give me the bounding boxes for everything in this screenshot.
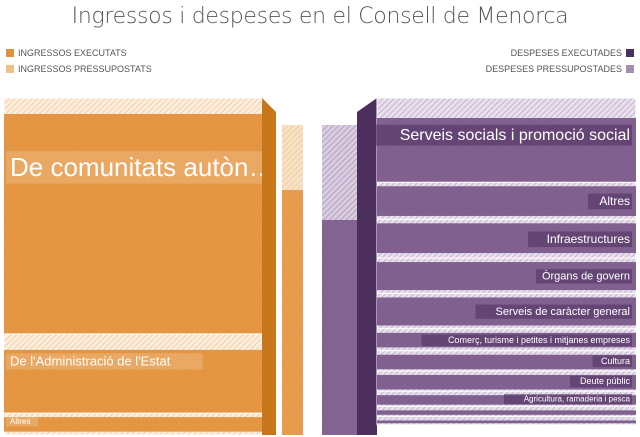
spend-category-label: Altres (599, 194, 630, 208)
spend-category-label: Infraestructures (547, 232, 630, 246)
spend-category-label: Serveis de caràcter general (495, 306, 630, 318)
income-category-label: De comunitats autòn… (10, 152, 274, 182)
spend-side-face (357, 98, 377, 435)
income-executed-connector (282, 190, 303, 435)
spend-category-label: Deute públic (580, 376, 631, 386)
spend-category-label: Cultura (601, 356, 630, 366)
spend-executed-block (377, 410, 636, 415)
spend-category-label: Òrgans de govern (542, 270, 630, 283)
income-category-label: De l'Administració de l'Estat (10, 354, 171, 369)
income-executed-block (4, 114, 262, 334)
spend-executed-connector (322, 220, 358, 435)
spend-category-label: Agricultura, ramaderia i pesca (524, 395, 631, 404)
spend-executed-block (377, 420, 636, 424)
income-executed-block (4, 417, 262, 432)
spend-category-label: Comerç, turisme i petites i mitjanes emp… (448, 335, 631, 345)
income-category-label: Altres (10, 417, 30, 426)
chart-canvas: De comunitats autòn… De l'Administració d… (3, 97, 637, 436)
income-side-face (262, 98, 276, 435)
spend-category-label: Serveis socials i promoció social (400, 127, 630, 144)
